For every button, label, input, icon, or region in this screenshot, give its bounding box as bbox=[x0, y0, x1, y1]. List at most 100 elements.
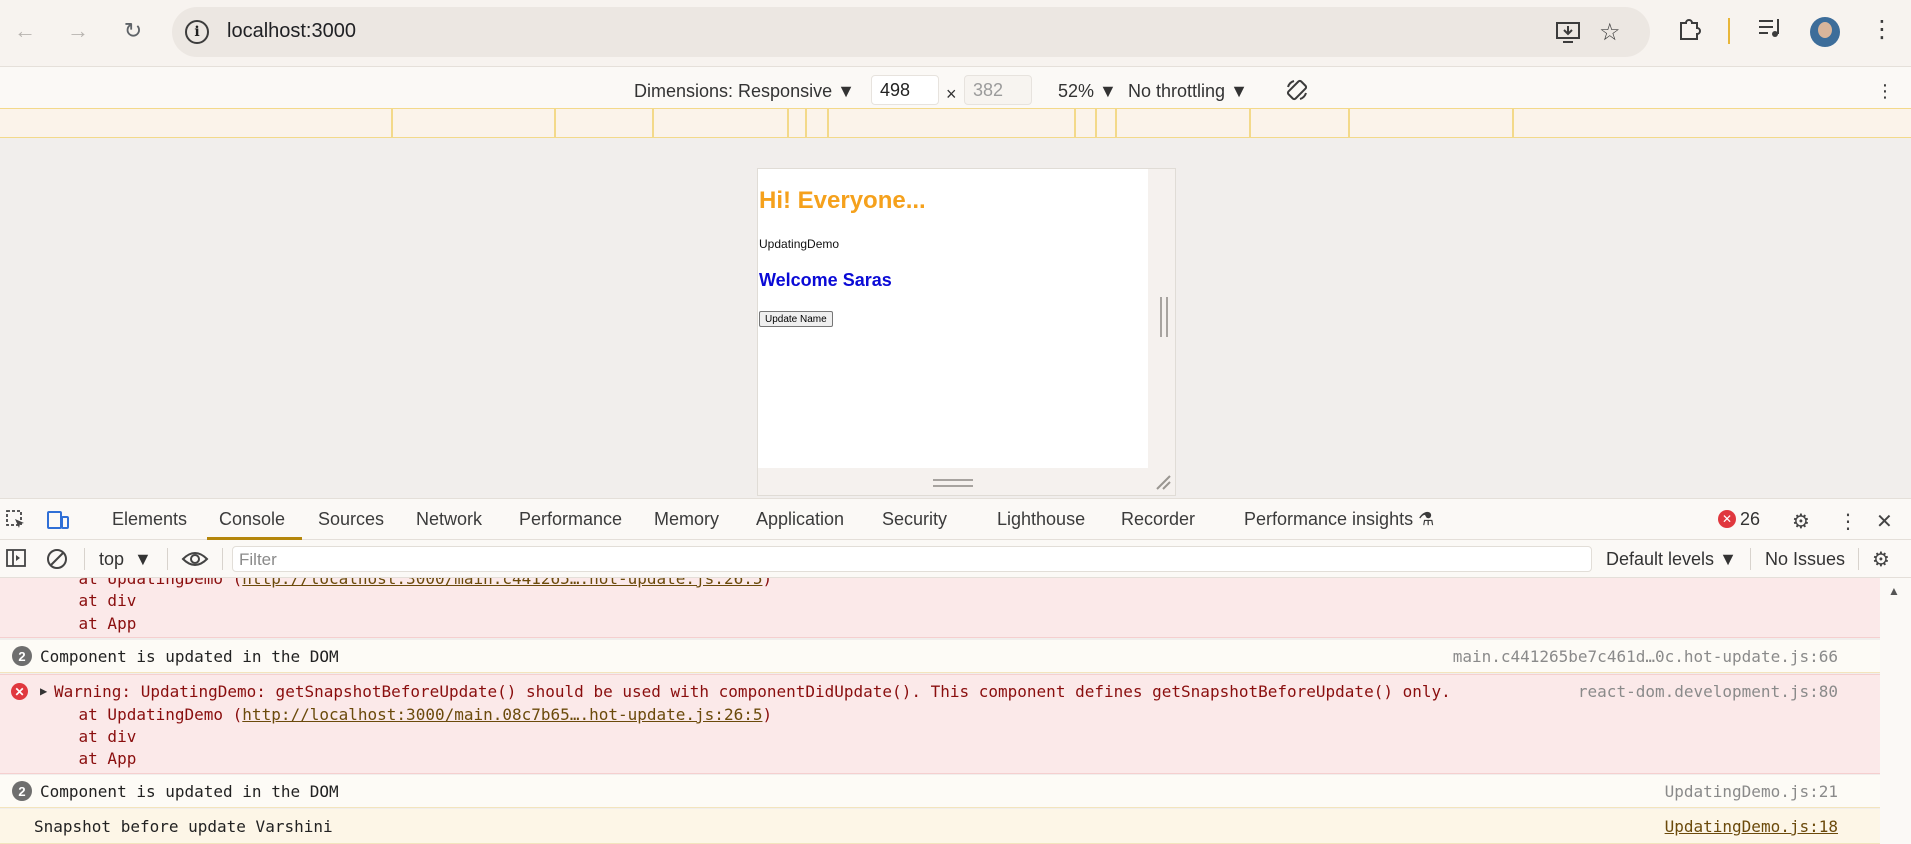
context-select[interactable]: top ▼ bbox=[99, 549, 152, 570]
tab-recorder[interactable]: Recorder bbox=[1121, 509, 1195, 530]
tab-network[interactable]: Network bbox=[416, 509, 482, 530]
source-location[interactable]: react-dom.development.js:80 bbox=[1578, 682, 1838, 701]
stack-frame: at div bbox=[40, 591, 137, 610]
kebab-menu-icon[interactable]: ⋮ bbox=[1870, 15, 1894, 44]
tab-security[interactable]: Security bbox=[882, 509, 947, 530]
source-location[interactable]: UpdatingDemo.js:21 bbox=[1665, 782, 1838, 801]
stack-text: at UpdatingDemo ( bbox=[40, 705, 243, 724]
source-location[interactable]: main.c441265be7c461d…0c.hot-update.js:66 bbox=[1453, 647, 1838, 666]
context-label: top bbox=[99, 549, 125, 569]
resize-handle-corner[interactable] bbox=[1154, 473, 1172, 491]
dimensions-label: Dimensions: Responsive bbox=[634, 81, 833, 101]
error-icon: ✕ bbox=[11, 683, 28, 700]
scroll-up-icon[interactable]: ▲ bbox=[1888, 584, 1900, 598]
tab-lighthouse[interactable]: Lighthouse bbox=[997, 509, 1085, 530]
repeat-count-badge: 2 bbox=[12, 646, 32, 666]
sidebar-toggle-icon[interactable] bbox=[5, 547, 27, 575]
tab-memory[interactable]: Memory bbox=[654, 509, 719, 530]
issues-status[interactable]: No Issues bbox=[1765, 549, 1845, 570]
tab-elements[interactable]: Elements bbox=[112, 509, 187, 530]
device-viewport: Hi! Everyone... UpdatingDemo Welcome Sar… bbox=[757, 168, 1176, 496]
caret-down-icon: ▼ bbox=[1099, 81, 1117, 101]
expand-triangle-icon[interactable]: ▶ bbox=[40, 684, 47, 698]
page-subtitle: UpdatingDemo bbox=[759, 237, 840, 251]
error-badge-icon[interactable]: ✕ bbox=[1718, 510, 1736, 528]
console-settings-icon[interactable]: ⚙ bbox=[1872, 547, 1890, 572]
settings-icon[interactable]: ⚙ bbox=[1792, 509, 1810, 534]
inspect-element-icon[interactable] bbox=[5, 509, 27, 537]
times-sign: × bbox=[946, 84, 957, 104]
log-text: Snapshot before update Varshini bbox=[34, 817, 333, 836]
zoom-dropdown[interactable]: 52% ▼ bbox=[1058, 81, 1117, 102]
error-count[interactable]: 26 bbox=[1740, 509, 1760, 530]
tab-sources[interactable]: Sources bbox=[318, 509, 384, 530]
caret-down-icon: ▼ bbox=[1230, 81, 1248, 101]
console-messages: at UpdatingDemo (http://localhost:3000/m… bbox=[0, 578, 1880, 844]
clear-console-icon[interactable] bbox=[45, 547, 69, 577]
update-name-button[interactable]: Update Name bbox=[759, 311, 833, 327]
devtools-tabbar: Elements Console Sources Network Perform… bbox=[0, 498, 1911, 540]
tab-application[interactable]: Application bbox=[756, 509, 844, 530]
log-text: Component is updated in the DOM bbox=[40, 647, 339, 666]
welcome-heading: Welcome Saras bbox=[759, 270, 892, 290]
levels-label: Default levels bbox=[1606, 549, 1715, 569]
console-log-message: 2 Component is updated in the DOM Updati… bbox=[0, 775, 1880, 808]
device-toolbar: Dimensions: Responsive ▼ 498 × 382 52% ▼… bbox=[0, 66, 1911, 113]
close-devtools-icon[interactable]: ✕ bbox=[1876, 509, 1893, 534]
address-bar[interactable]: i localhost:3000 ☆ bbox=[172, 7, 1650, 57]
stack-text: at UpdatingDemo ( bbox=[40, 578, 243, 588]
throttling-dropdown[interactable]: No throttling ▼ bbox=[1128, 81, 1248, 102]
eye-icon[interactable] bbox=[181, 548, 209, 576]
forward-icon[interactable]: → bbox=[61, 14, 95, 48]
stack-frame: at UpdatingDemo (http://localhost:3000/m… bbox=[40, 578, 773, 588]
device-toggle-icon[interactable] bbox=[46, 509, 70, 537]
star-icon[interactable]: ☆ bbox=[1599, 18, 1621, 47]
rotate-icon[interactable] bbox=[1284, 77, 1310, 108]
info-icon[interactable]: i bbox=[185, 20, 209, 44]
throttling-label: No throttling bbox=[1128, 81, 1226, 101]
back-icon[interactable]: ← bbox=[8, 14, 42, 48]
caret-down-icon: ▼ bbox=[1719, 549, 1737, 569]
media-icon[interactable] bbox=[1756, 15, 1782, 48]
extensions-icon[interactable] bbox=[1676, 15, 1702, 48]
tab-console[interactable]: Console bbox=[219, 509, 285, 530]
height-input[interactable]: 382 bbox=[964, 75, 1032, 105]
url-text[interactable]: localhost:3000 bbox=[227, 20, 356, 43]
warning-text: Warning: UpdatingDemo: getSnapshotBefore… bbox=[54, 682, 1451, 701]
source-location[interactable]: UpdatingDemo.js:18 bbox=[1665, 817, 1838, 836]
stack-frame: at App bbox=[40, 749, 137, 768]
stack-frame: at UpdatingDemo (http://localhost:3000/m… bbox=[40, 705, 773, 724]
install-icon[interactable] bbox=[1554, 18, 1582, 53]
caret-down-icon: ▼ bbox=[134, 549, 152, 569]
console-error-message: ✕ ▶ Warning: UpdatingDemo: getSnapshotBe… bbox=[0, 674, 1880, 774]
width-input[interactable]: 498 bbox=[871, 75, 939, 105]
source-link[interactable]: http://localhost:3000/main.08c7b65….hot-… bbox=[242, 705, 762, 724]
console-toolbar: top ▼ Filter Default levels ▼ No Issues … bbox=[0, 540, 1911, 578]
media-query-bar[interactable] bbox=[0, 108, 1911, 138]
stack-text: ) bbox=[762, 705, 773, 724]
avatar[interactable] bbox=[1810, 17, 1840, 47]
tab-performance[interactable]: Performance bbox=[519, 509, 622, 530]
stack-frame: at div bbox=[40, 727, 137, 746]
device-more-icon[interactable]: ⋮ bbox=[1876, 81, 1894, 102]
tab-performance-insights[interactable]: Performance insights ⚗ bbox=[1244, 509, 1434, 530]
log-text: Component is updated in the DOM bbox=[40, 782, 339, 801]
devtools-more-icon[interactable]: ⋮ bbox=[1838, 509, 1858, 534]
console-log-message: 2 Component is updated in the DOM main.c… bbox=[0, 640, 1880, 673]
levels-dropdown[interactable]: Default levels ▼ bbox=[1606, 549, 1737, 570]
filter-input[interactable]: Filter bbox=[232, 546, 1592, 572]
console-scrollbar[interactable]: ▲ bbox=[1880, 578, 1911, 844]
stack-frame: at App bbox=[40, 614, 137, 633]
device-stage: Hi! Everyone... UpdatingDemo Welcome Sar… bbox=[0, 138, 1911, 498]
resize-handle-bottom[interactable] bbox=[933, 479, 973, 487]
reload-icon[interactable]: ↻ bbox=[116, 14, 150, 48]
dimensions-dropdown[interactable]: Dimensions: Responsive ▼ bbox=[634, 81, 855, 102]
browser-toolbar: ← → ↻ i localhost:3000 ☆ ⋮ bbox=[0, 0, 1911, 66]
caret-down-icon: ▼ bbox=[837, 81, 855, 101]
repeat-count-badge: 2 bbox=[12, 781, 32, 801]
source-link[interactable]: http://localhost:3000/main.c441265….hot-… bbox=[242, 578, 762, 588]
console-log-message: Snapshot before update Varshini Updating… bbox=[0, 809, 1880, 844]
page-heading: Hi! Everyone... bbox=[759, 187, 926, 214]
tab-performance-insights-label: Performance insights bbox=[1244, 509, 1414, 529]
resize-handle-right[interactable] bbox=[1160, 297, 1168, 337]
